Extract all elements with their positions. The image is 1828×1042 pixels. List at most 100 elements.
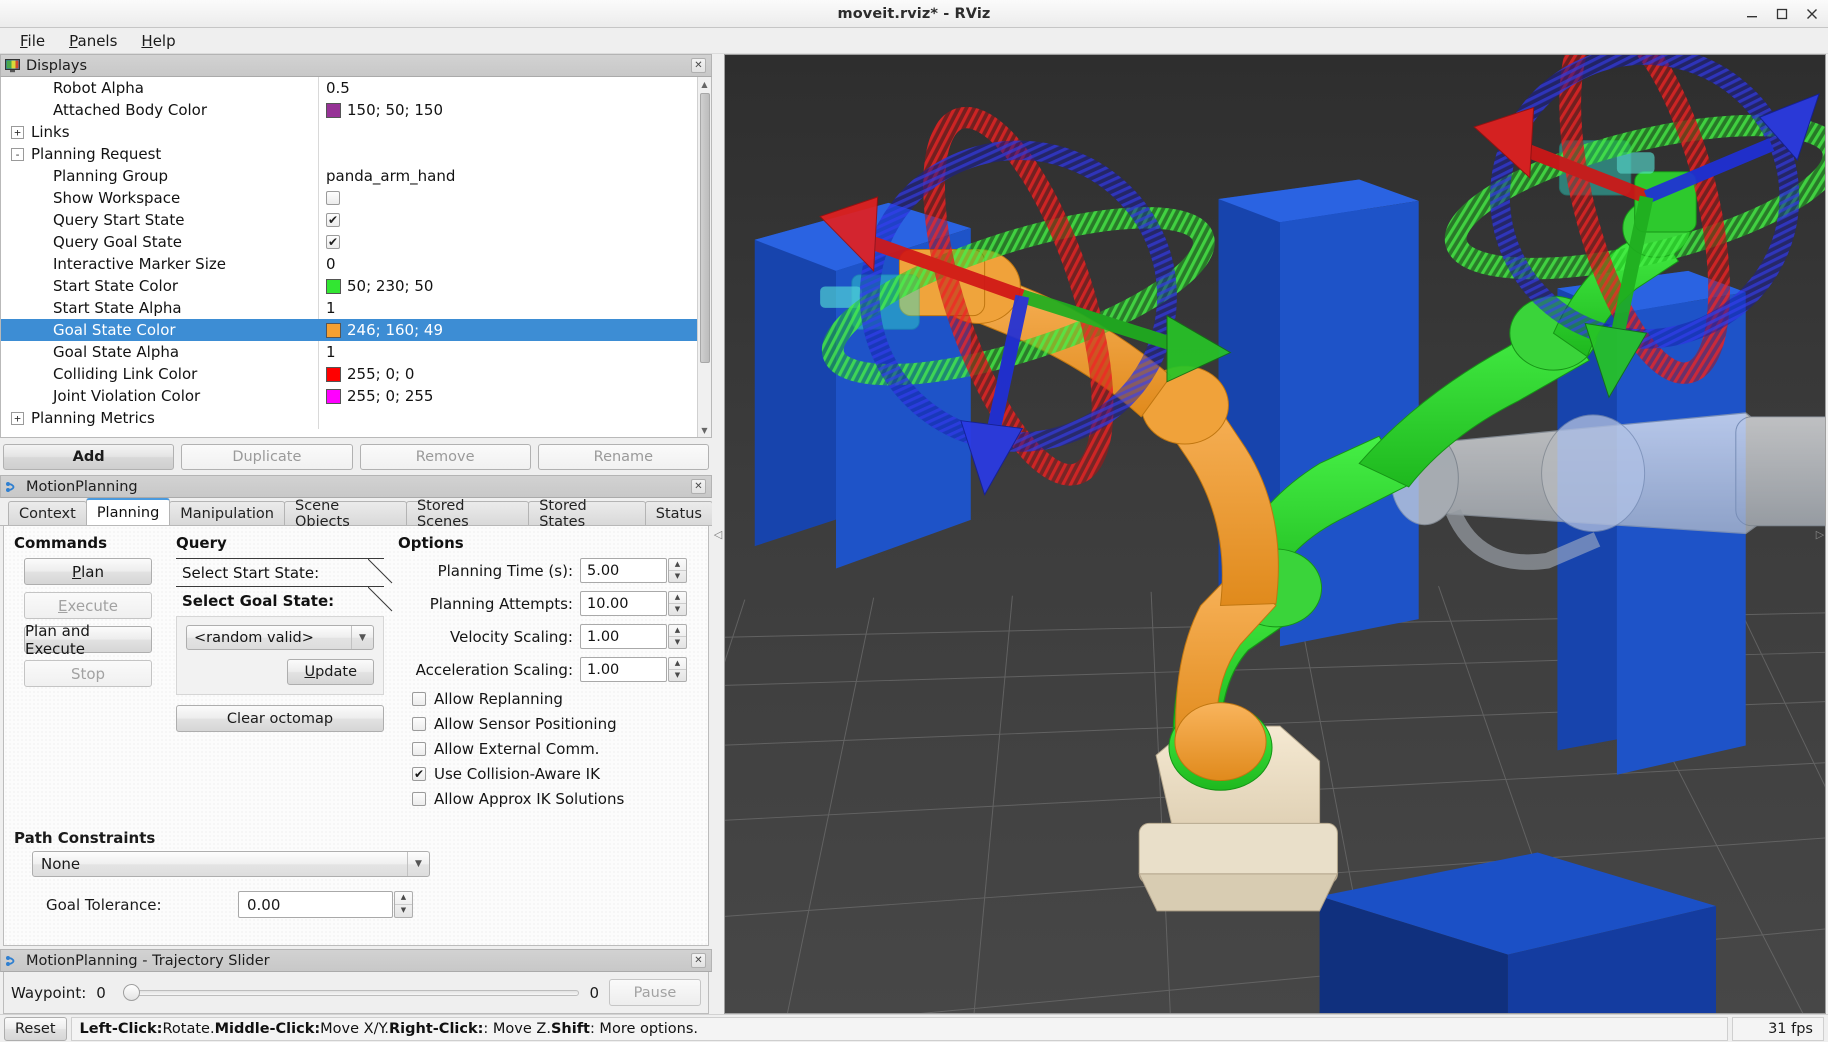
tab-status[interactable]: Status: [644, 501, 713, 525]
menu-panels[interactable]: Panels: [57, 29, 129, 53]
tab-stored-states[interactable]: Stored States: [528, 498, 646, 530]
tree-row-value-cell[interactable]: 1: [319, 299, 697, 317]
tree-row[interactable]: Colliding Link Color 255; 0; 0: [1, 363, 697, 385]
goal-tolerance-input[interactable]: 0.00: [238, 891, 393, 918]
checkbox-unchecked-icon[interactable]: [412, 717, 426, 731]
tree-row-value-cell[interactable]: 255; 0; 0: [319, 365, 697, 383]
tree-row-value-cell[interactable]: 1: [319, 343, 697, 361]
planning-attempts-input[interactable]: 10.00: [580, 591, 667, 616]
collapse-icon[interactable]: -: [11, 147, 24, 161]
rename-button[interactable]: Rename: [537, 444, 709, 470]
displays-tree-scrollbar[interactable]: ▲ ▼: [697, 77, 711, 437]
menu-help[interactable]: Help: [129, 29, 187, 53]
planning-time-s-input[interactable]: 5.00: [580, 558, 667, 583]
tree-row[interactable]: + Planning Metrics: [1, 407, 697, 429]
tab-context[interactable]: Context: [8, 501, 87, 525]
checkbox-checked[interactable]: ✔: [326, 213, 340, 227]
scrollbar-thumb[interactable]: [700, 93, 710, 363]
acceleration-scaling-input[interactable]: 1.00: [580, 657, 667, 682]
execute-button[interactable]: Execute: [24, 592, 152, 619]
tree-row-value-cell[interactable]: ✔: [319, 213, 697, 227]
checkbox-allow-sensor-positioning[interactable]: Allow Sensor Positioning: [398, 715, 698, 733]
close-icon[interactable]: [1804, 6, 1820, 22]
stepper-down-icon[interactable]: ▼: [669, 571, 686, 583]
stepper-up-icon[interactable]: ▲: [669, 559, 686, 571]
maximize-icon[interactable]: [1774, 6, 1790, 22]
remove-button[interactable]: Remove: [359, 444, 531, 470]
tree-row[interactable]: Robot Alpha 0.5: [1, 77, 697, 99]
tree-row-value-cell[interactable]: 255; 0; 255: [319, 387, 697, 405]
checkbox-unchecked-icon[interactable]: [412, 742, 426, 756]
tree-row-value-cell[interactable]: [319, 191, 697, 205]
checkbox-unchecked-icon[interactable]: [412, 692, 426, 706]
stepper-up-icon[interactable]: ▲: [669, 625, 686, 637]
duplicate-button[interactable]: Duplicate: [181, 444, 353, 470]
tree-row[interactable]: Start State Color 50; 230; 50: [1, 275, 697, 297]
planning-attempts-stepper[interactable]: ▲ ▼: [668, 591, 687, 616]
plan-and-execute-button[interactable]: Plan and Execute: [24, 622, 152, 658]
tree-row-value-cell[interactable]: 50; 230; 50: [319, 277, 697, 295]
waypoint-slider[interactable]: [122, 983, 580, 1001]
tree-row[interactable]: Goal State Color 246; 160; 49: [1, 319, 697, 341]
add-button[interactable]: Add: [3, 444, 175, 470]
menu-file[interactable]: File: [8, 29, 57, 53]
color-swatch[interactable]: [326, 366, 341, 382]
goal-tolerance-stepper[interactable]: ▲ ▼: [394, 891, 413, 918]
tree-row[interactable]: + Links: [1, 121, 697, 143]
stepper-up-icon[interactable]: ▲: [669, 658, 686, 670]
checkbox-allow-approx-ik-solutions[interactable]: Allow Approx IK Solutions: [398, 790, 698, 808]
checkbox-checked[interactable]: ✔: [326, 235, 340, 249]
checkbox-unchecked[interactable]: [326, 191, 340, 205]
select-start-state-header[interactable]: Select Start State:: [176, 558, 393, 586]
close-icon[interactable]: ✕: [691, 479, 706, 494]
tree-row[interactable]: - Planning Request: [1, 143, 697, 165]
expand-icon[interactable]: +: [11, 411, 24, 425]
stepper-down-icon[interactable]: ▼: [395, 905, 412, 918]
checkbox-checked-icon[interactable]: ✔: [412, 767, 426, 781]
color-swatch[interactable]: [326, 388, 341, 404]
velocity-scaling-input[interactable]: 1.00: [580, 624, 667, 649]
checkbox-allow-replanning[interactable]: Allow Replanning: [398, 690, 698, 708]
displays-tree[interactable]: Robot Alpha 0.5 Attached Body Color 150; 50…: [0, 77, 712, 438]
stepper-up-icon[interactable]: ▲: [669, 592, 686, 604]
tree-row[interactable]: Joint Violation Color 255; 0; 255: [1, 385, 697, 407]
path-constraints-select[interactable]: None ▼: [32, 851, 430, 877]
planning-time-s-stepper[interactable]: ▲ ▼: [668, 558, 687, 583]
checkbox-unchecked-icon[interactable]: [412, 792, 426, 806]
expand-icon[interactable]: +: [11, 125, 24, 139]
stepper-down-icon[interactable]: ▼: [669, 670, 686, 682]
tree-row[interactable]: Query Goal State ✔: [1, 231, 697, 253]
checkbox-use-collision-aware-ik[interactable]: ✔ Use Collision-Aware IK: [398, 765, 698, 783]
tree-row[interactable]: Attached Body Color 150; 50; 150: [1, 99, 697, 121]
stop-button[interactable]: Stop: [24, 660, 152, 687]
slider-handle[interactable]: [122, 983, 140, 1001]
pause-button[interactable]: Pause: [609, 979, 701, 1006]
acceleration-scaling-stepper[interactable]: ▲ ▼: [668, 657, 687, 682]
update-button[interactable]: Update: [287, 659, 374, 685]
tree-row-value-cell[interactable]: panda_arm_hand: [319, 167, 697, 185]
tab-stored-scenes[interactable]: Stored Scenes: [405, 498, 530, 530]
tree-row[interactable]: Show Workspace: [1, 187, 697, 209]
tree-row-value-cell[interactable]: 246; 160; 49: [319, 321, 697, 339]
tree-row-value-cell[interactable]: 0.5: [319, 79, 697, 97]
velocity-scaling-stepper[interactable]: ▲ ▼: [668, 624, 687, 649]
scroll-down-icon[interactable]: ▼: [698, 423, 712, 437]
stepper-down-icon[interactable]: ▼: [669, 637, 686, 649]
tree-row-value-cell[interactable]: 0: [319, 255, 697, 273]
scroll-up-icon[interactable]: ▲: [698, 77, 712, 91]
3d-render-view[interactable]: ▷: [724, 54, 1826, 1014]
close-icon[interactable]: ✕: [691, 953, 706, 968]
tab-planning[interactable]: Planning: [85, 498, 171, 525]
color-swatch[interactable]: [326, 278, 341, 294]
tab-scene-objects[interactable]: Scene Objects: [283, 498, 407, 530]
right-splitter-handle[interactable]: ▷: [1815, 55, 1825, 1013]
select-goal-state-header[interactable]: Select Goal State:: [176, 586, 393, 614]
checkbox-allow-external-comm[interactable]: Allow External Comm.: [398, 740, 698, 758]
vertical-splitter[interactable]: ◁: [712, 54, 724, 1014]
clear-octomap-button[interactable]: Clear octomap: [176, 705, 384, 732]
close-icon[interactable]: ✕: [691, 58, 706, 73]
splitter-collapse-icon[interactable]: ◁: [714, 528, 722, 541]
reset-button[interactable]: Reset: [4, 1016, 67, 1041]
color-swatch[interactable]: [326, 102, 341, 118]
stepper-up-icon[interactable]: ▲: [395, 892, 412, 905]
